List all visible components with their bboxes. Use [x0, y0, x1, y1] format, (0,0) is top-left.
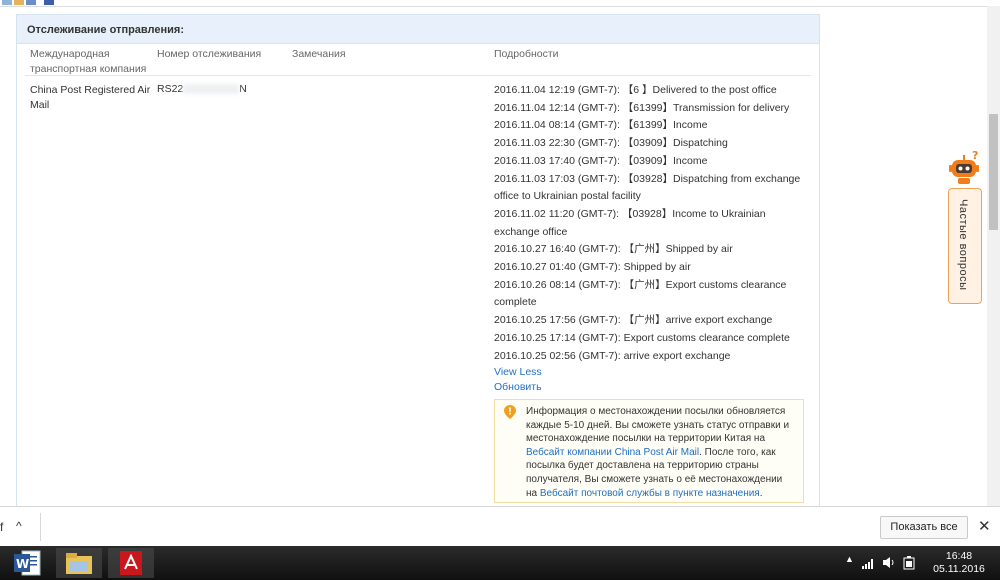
faq-button[interactable]: Частые вопросы: [948, 188, 982, 304]
page-scrollbar[interactable]: [987, 6, 1000, 506]
tracking-event: 2016.11.04 12:19 (GMT-7): 【6 】Delivered …: [494, 84, 777, 96]
tracking-event: 2016.10.27 16:40 (GMT-7): 【广州】Shipped by…: [494, 243, 733, 256]
tracking-event: 2016.11.04 08:14 (GMT-7): 【61399】Income: [494, 119, 708, 132]
taskbar: W ▲ 16:48 05.11.2016: [0, 546, 1000, 580]
tracking-event: 2016.11.03 22:30 (GMT-7): 【03909】Dispatc…: [494, 137, 728, 150]
tracking-number: RS22 N: [157, 83, 247, 95]
tracking-panel: Отслеживание отправления: Международная …: [16, 14, 820, 507]
tracking-number-suffix: N: [239, 83, 247, 95]
tracking-event: 2016.10.25 17:14 (GMT-7): Export customs…: [494, 331, 790, 344]
china-post-website-link[interactable]: Вебсайт компании China Post Air Mail: [526, 447, 699, 458]
header-divider: [25, 75, 811, 76]
tracking-event: 2016.10.25 17:56 (GMT-7): 【广州】arrive exp…: [494, 314, 773, 327]
scrollbar-thumb[interactable]: [989, 114, 998, 230]
tracking-title: Отслеживание отправления:: [27, 24, 184, 36]
tracking-number-prefix: RS22: [157, 83, 184, 95]
svg-text:W: W: [16, 557, 29, 571]
column-header-details: Подробности: [494, 48, 559, 60]
info-notice: Информация о местонахождении посылки обн…: [494, 399, 804, 503]
download-bar: f ^ Показать все ✕: [0, 506, 1000, 547]
svg-text:?: ?: [972, 150, 978, 162]
tracking-event: 2016.11.02 11:20 (GMT-7): 【03928】Income …: [494, 207, 766, 238]
tracking-event: 2016.10.26 08:14 (GMT-7): 【广州】Export cus…: [494, 278, 787, 309]
browser-icon: [14, 0, 24, 5]
faq-robot-icon[interactable]: ?: [948, 150, 984, 186]
tracking-event: 2016.10.27 01:40 (GMT-7): Shipped by air: [494, 261, 691, 274]
column-header-carrier: Международная транспортная компания: [30, 48, 147, 75]
faq-label: Частые вопросы: [957, 199, 969, 291]
download-file-fragment[interactable]: f: [0, 520, 3, 534]
view-less-link[interactable]: View Less: [494, 366, 542, 378]
refresh-link[interactable]: Обновить: [494, 381, 542, 393]
column-header-remarks: Замечания: [292, 48, 346, 60]
tracking-events-list: 2016.11.04 12:19 (GMT-7): 【6 】Delivered …: [494, 82, 804, 365]
carrier-name: China Post Registered Air Mail: [30, 84, 151, 111]
clock-time: 16:48: [945, 550, 973, 562]
location-pin-icon: [504, 405, 516, 419]
tracking-event: 2016.11.03 17:40 (GMT-7): 【03909】Income: [494, 154, 708, 167]
close-download-bar-button[interactable]: ✕: [978, 517, 991, 535]
tracking-event: 2016.10.25 02:56 (GMT-7): arrive export …: [494, 349, 731, 362]
word-icon[interactable]: W: [10, 548, 46, 578]
download-expand-button[interactable]: ^: [16, 519, 22, 533]
browser-top-strip: [0, 0, 1000, 7]
divider: [40, 513, 41, 541]
browser-icon: [44, 0, 54, 5]
tracking-event: 2016.11.03 17:03 (GMT-7): 【03928】Dispatc…: [494, 172, 801, 203]
system-clock[interactable]: 16:48 05.11.2016: [926, 550, 992, 576]
info-text-part: .: [759, 487, 763, 499]
pdf-reader-icon[interactable]: [108, 548, 154, 578]
file-explorer-icon[interactable]: [56, 548, 102, 578]
battery-icon[interactable]: [903, 556, 915, 570]
info-text-part: Информация о местонахождении посылки обн…: [526, 406, 790, 445]
clock-date: 05.11.2016: [933, 563, 985, 575]
column-header-tracking-number: Номер отслеживания: [157, 48, 262, 60]
browser-icon: [26, 0, 36, 5]
tracking-event: 2016.11.04 12:14 (GMT-7): 【61399】Transmi…: [494, 101, 790, 114]
destination-post-website-link[interactable]: Вебсайт почтовой службы в пункте назначе…: [540, 488, 760, 499]
redacted-tracking-digits: [183, 84, 240, 95]
show-all-button[interactable]: Показать все: [880, 516, 968, 539]
browser-icon: [2, 0, 12, 5]
network-signal-icon[interactable]: [862, 557, 876, 569]
info-text: Информация о местонахождении посылки обн…: [526, 405, 796, 500]
tray-expand-icon[interactable]: ▲: [845, 554, 854, 564]
volume-icon[interactable]: [882, 556, 896, 569]
